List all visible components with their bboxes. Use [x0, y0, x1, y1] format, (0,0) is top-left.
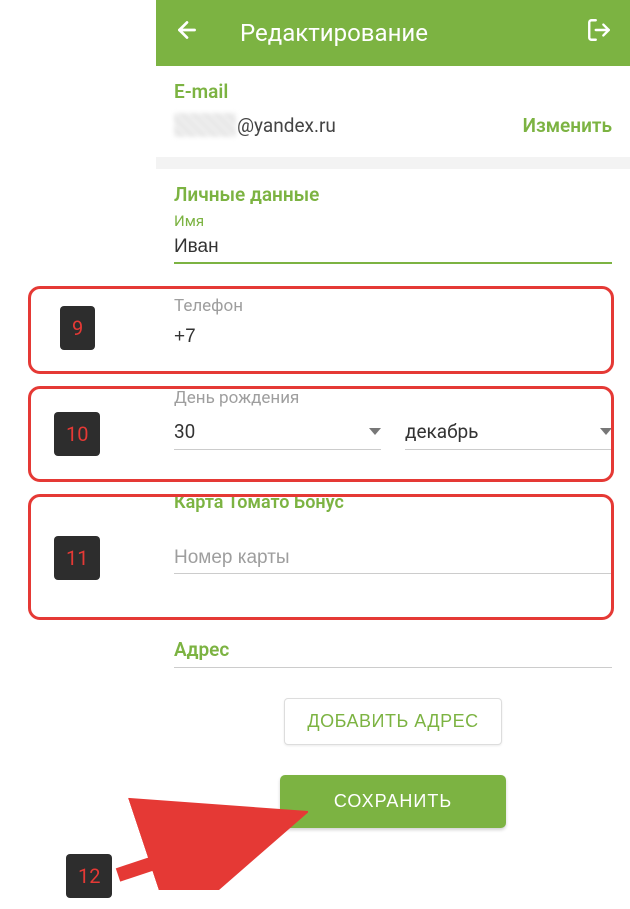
email-redacted	[174, 113, 236, 137]
app-header: Редактирование	[156, 0, 630, 66]
callout-box-11	[28, 494, 614, 620]
email-domain: @yandex.ru	[237, 114, 336, 137]
email-row: @yandex.ru Изменить	[174, 109, 612, 147]
name-input[interactable]	[174, 232, 612, 264]
add-address-row: ДОБАВИТЬ АДРЕС	[156, 678, 630, 765]
back-button[interactable]	[174, 17, 200, 49]
save-button[interactable]: СОХРАНИТЬ	[280, 775, 506, 828]
email-label: E-mail	[174, 80, 612, 103]
callout-box-10	[28, 386, 614, 482]
callout-label-12: 12	[66, 854, 112, 898]
email-value: @yandex.ru	[174, 113, 336, 137]
personal-label: Личные данные	[174, 183, 612, 206]
callout-label-10: 10	[54, 412, 100, 456]
address-divider	[174, 667, 612, 668]
add-address-button[interactable]: ДОБАВИТЬ АДРЕС	[284, 698, 501, 745]
callout-box-9	[28, 286, 614, 374]
name-label: Имя	[174, 212, 612, 230]
change-email-link[interactable]: Изменить	[523, 114, 612, 137]
logout-button[interactable]	[586, 17, 612, 49]
save-row: СОХРАНИТЬ	[156, 765, 630, 848]
callout-label-9: 9	[60, 306, 95, 350]
email-section: E-mail @yandex.ru Изменить	[156, 66, 630, 157]
divider	[156, 157, 630, 169]
callout-label-11: 11	[54, 536, 100, 580]
personal-section: Личные данные Имя	[156, 169, 630, 274]
page-title: Редактирование	[240, 19, 428, 47]
address-label: Адрес	[174, 638, 612, 661]
